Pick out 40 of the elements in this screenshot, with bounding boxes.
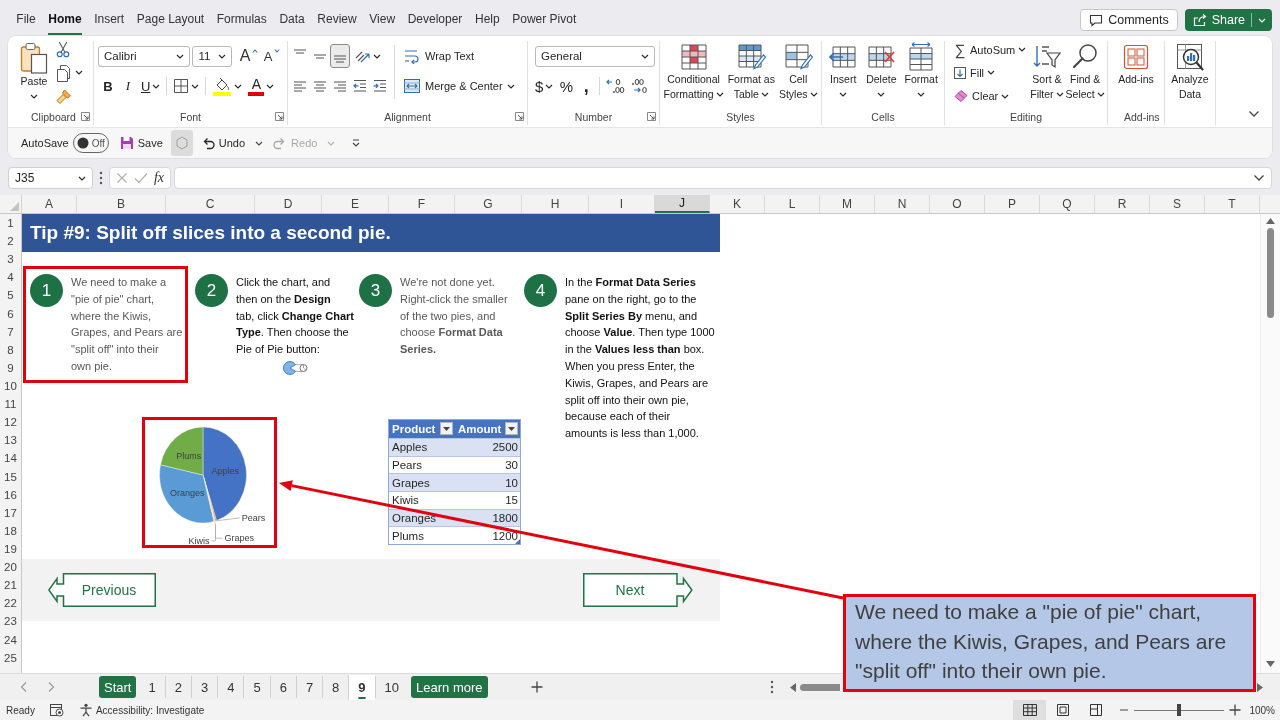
slice-label: Apples xyxy=(211,466,240,477)
table-cell: 1200 xyxy=(492,529,518,542)
group-label: Styles xyxy=(726,110,755,123)
table-cell: 30 xyxy=(505,459,518,471)
step-number: 4 xyxy=(524,274,557,307)
table-cell: Oranges xyxy=(392,512,437,525)
callout: We need to make a "pie of pie" chart, where the Kiwis, Grapes, and Pears are "split off" into their own pie. xyxy=(843,594,1256,692)
table-cell: Grapes xyxy=(392,476,430,489)
step-number: 3 xyxy=(359,274,392,307)
table-cell: Plums xyxy=(392,529,424,542)
slice-label: Oranges xyxy=(170,487,205,498)
autosave-label: AutoSave xyxy=(21,137,69,149)
group-label: Cells xyxy=(871,110,895,123)
group-label: Number xyxy=(574,110,613,123)
table-cell: 2500 xyxy=(492,441,518,454)
table-cell: 15 xyxy=(505,494,518,507)
slice-label: Pears xyxy=(241,512,266,523)
step-text: We need to make a "pie of pie" chart, where the Kiwis, Grapes, and Pears are "split off" into their own pie. xyxy=(71,275,183,374)
table-cell: Pears xyxy=(392,459,423,471)
group-label: Font xyxy=(180,110,201,123)
tip-title: Tip #9: Split off slices into a second pie. xyxy=(22,214,720,252)
step-text: Click the chart, and then on the Design tab, click Change Chart Type. Then choose the Pie of Pie button: xyxy=(236,275,354,358)
step-number: 1 xyxy=(30,274,63,307)
table-cell: Kiwis xyxy=(392,494,419,507)
step-text: In the Format Data Series pane on the right, go to the Split Series By menu, and choose Value. Then type 1000 in the Values less than box. When you press Enter, the Kiwis, Grapes, and Pears are split off into their own pie, because each of their amounts is less than 1,000. xyxy=(565,275,715,442)
table-cell: 10 xyxy=(505,476,518,489)
column-heading: Product xyxy=(392,423,436,435)
group-label: Editing xyxy=(1009,110,1043,123)
slice-label: Plums xyxy=(176,450,202,461)
slice-label: Grapes xyxy=(224,533,254,544)
status-text: Ready xyxy=(6,704,35,716)
table-cell: 1800 xyxy=(492,512,518,525)
group-label: Clipboard xyxy=(31,110,76,123)
group-label: Alignment xyxy=(384,110,431,123)
step-text: We're not done yet. Right-click the smaller of the two pies, and choose Format Data Series. xyxy=(400,275,508,358)
group-label: Add-ins xyxy=(1124,110,1160,123)
step-number: 2 xyxy=(195,274,228,307)
slice-label: Kiwis xyxy=(188,535,210,545)
table-cell: Apples xyxy=(392,441,428,454)
column-heading: Amount xyxy=(458,423,502,435)
